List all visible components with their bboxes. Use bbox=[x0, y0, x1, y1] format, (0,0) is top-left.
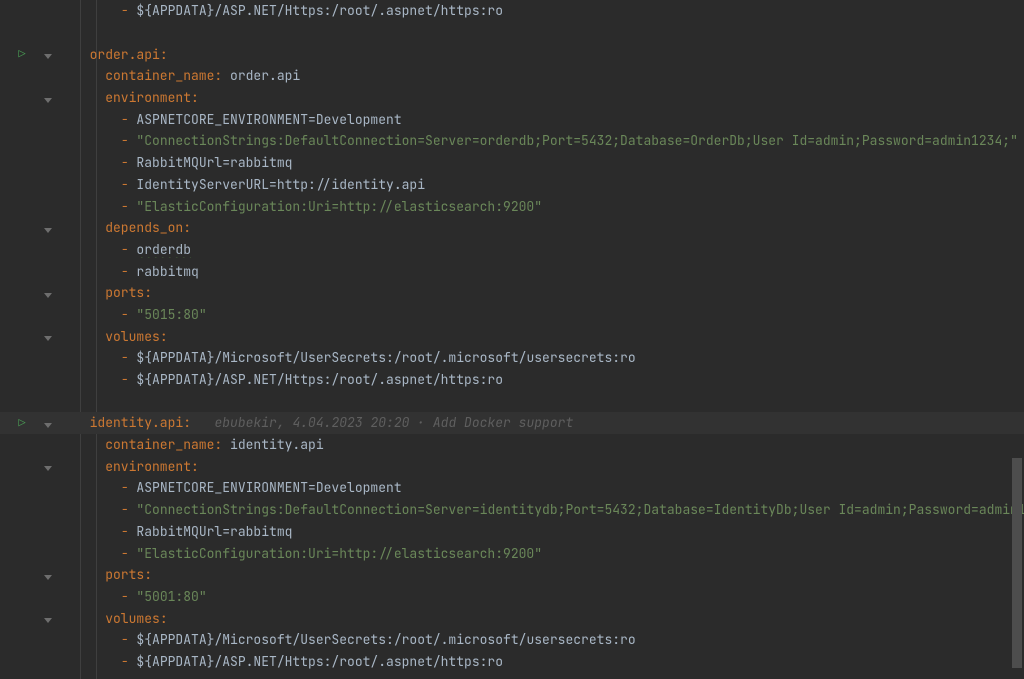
code-line[interactable]: - orderdb bbox=[0, 239, 1024, 261]
code-line[interactable]: - ASPNETCORE_ENVIRONMENT=Development bbox=[0, 477, 1024, 499]
gutter bbox=[0, 0, 44, 22]
blank-line[interactable] bbox=[0, 390, 1024, 412]
code-line[interactable]: - ASPNETCORE_ENVIRONMENT=Development bbox=[0, 108, 1024, 130]
code-line[interactable]: - "ElasticConfiguration:Uri=http://elast… bbox=[0, 195, 1024, 217]
code-line[interactable]: - "ConnectionStrings:DefaultConnection=S… bbox=[0, 499, 1024, 521]
fold-gutter bbox=[44, 0, 72, 22]
blank-line[interactable] bbox=[0, 22, 1024, 44]
code-line[interactable]: - ${APPDATA}/ASP.NET/Https:/root/.aspnet… bbox=[0, 0, 1024, 22]
fold-chevron-icon[interactable] bbox=[44, 49, 54, 59]
code-line[interactable]: - "ElasticConfiguration:Uri=http://elast… bbox=[0, 542, 1024, 564]
code-line[interactable]: - "5015:80" bbox=[0, 304, 1024, 326]
code-line[interactable]: - ${APPDATA}/ASP.NET/Https:/root/.aspnet… bbox=[0, 651, 1024, 673]
run-icon[interactable]: ▷ bbox=[18, 46, 25, 62]
code-line[interactable]: volumes: bbox=[0, 325, 1024, 347]
code-line[interactable]: - RabbitMQUrl=rabbitmq bbox=[0, 152, 1024, 174]
code-line[interactable]: ports: bbox=[0, 282, 1024, 304]
code-line[interactable]: - ${APPDATA}/Microsoft/UserSecrets:/root… bbox=[0, 347, 1024, 369]
fold-chevron-icon[interactable] bbox=[44, 288, 54, 298]
fold-chevron-icon[interactable] bbox=[44, 461, 54, 471]
code-line[interactable]: - "ConnectionStrings:DefaultConnection=S… bbox=[0, 130, 1024, 152]
code-line[interactable]: container_name: order.api bbox=[0, 65, 1024, 87]
code-line[interactable]: ports: bbox=[0, 564, 1024, 586]
fold-chevron-icon[interactable] bbox=[44, 418, 54, 428]
code-line[interactable]: environment: bbox=[0, 455, 1024, 477]
code-line[interactable]: - ${APPDATA}/ASP.NET/Https:/root/.aspnet… bbox=[0, 369, 1024, 391]
service-header-order[interactable]: ▷ order.api: bbox=[0, 43, 1024, 65]
code-line[interactable]: - "5001:80" bbox=[0, 586, 1024, 608]
code-line[interactable]: - rabbitmq bbox=[0, 260, 1024, 282]
fold-chevron-icon[interactable] bbox=[44, 331, 54, 341]
run-icon[interactable]: ▷ bbox=[18, 415, 25, 431]
code-line[interactable]: volumes: bbox=[0, 607, 1024, 629]
service-header-identity[interactable]: ▷ identity.api: ebubekir, 4.04.2023 20:2… bbox=[0, 412, 1024, 434]
fold-chevron-icon[interactable] bbox=[44, 93, 54, 103]
code-editor[interactable]: - ${APPDATA}/ASP.NET/Https:/root/.aspnet… bbox=[0, 0, 1024, 679]
fold-chevron-icon[interactable] bbox=[44, 223, 54, 233]
fold-chevron-icon[interactable] bbox=[44, 613, 54, 623]
code-line[interactable]: container_name: identity.api bbox=[0, 434, 1024, 456]
code-line[interactable]: - IdentityServerURL=http://identity.api bbox=[0, 174, 1024, 196]
code-line[interactable]: depends_on: bbox=[0, 217, 1024, 239]
code-line[interactable]: environment: bbox=[0, 87, 1024, 109]
git-blame-hint: ebubekir, 4.04.2023 20:20 · Add Docker s… bbox=[214, 414, 573, 431]
code-line[interactable]: - RabbitMQUrl=rabbitmq bbox=[0, 521, 1024, 543]
code-line[interactable]: - ${APPDATA}/Microsoft/UserSecrets:/root… bbox=[0, 629, 1024, 651]
fold-chevron-icon[interactable] bbox=[44, 570, 54, 580]
scrollbar-thumb[interactable] bbox=[1012, 458, 1022, 668]
